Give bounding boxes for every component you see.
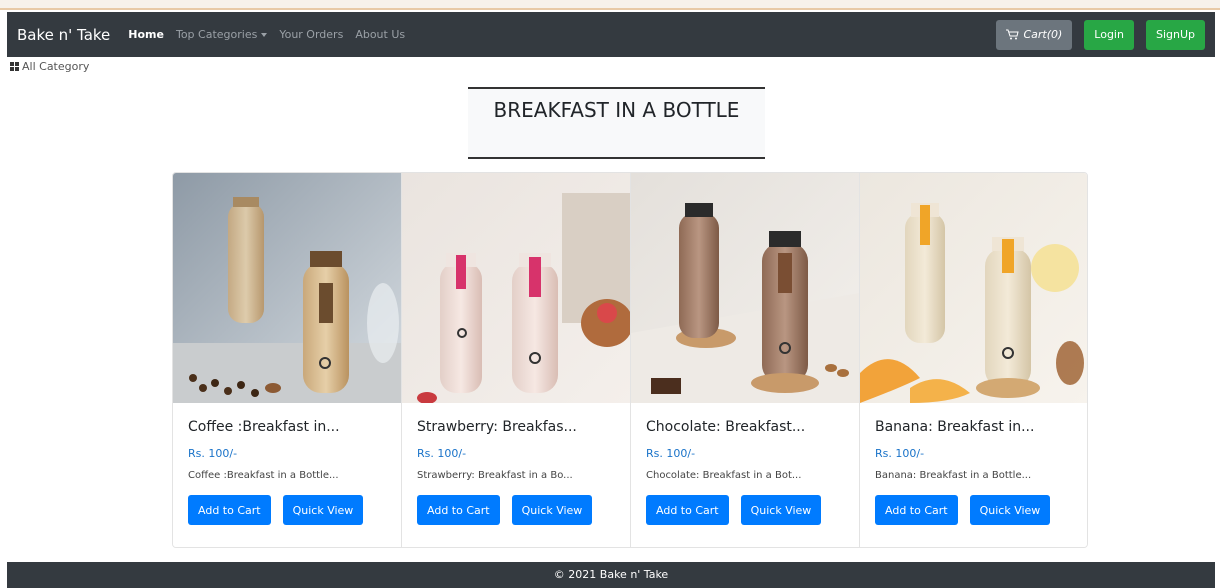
- footer: © 2021 Bake n' Take: [7, 562, 1215, 588]
- card-actions: Add to Cart Quick View: [646, 495, 844, 525]
- add-to-cart-button[interactable]: Add to Cart: [188, 495, 271, 525]
- brand-logo[interactable]: Bake n' Take: [17, 26, 110, 44]
- product-description: Banana: Breakfast in a Bottle...: [875, 470, 1032, 481]
- product-description: Chocolate: Breakfast in a Bot...: [646, 470, 802, 481]
- product-grid: Coffee :Breakfast in... Rs. 100/- Coffee…: [172, 172, 1088, 548]
- product-description: Strawberry: Breakfast in a Bo...: [417, 470, 573, 481]
- nav-home[interactable]: Home: [128, 28, 164, 41]
- add-to-cart-button[interactable]: Add to Cart: [417, 495, 500, 525]
- nav-top-categories[interactable]: Top Categories: [175, 28, 268, 41]
- product-title[interactable]: Coffee :Breakfast in...: [188, 419, 386, 435]
- section-title: BREAKFAST IN A BOTTLE: [468, 87, 765, 159]
- nav-your-orders[interactable]: Your Orders: [279, 28, 343, 41]
- card-body: Coffee :Breakfast in... Rs. 100/- Coffee…: [173, 403, 401, 525]
- product-card-coffee: Coffee :Breakfast in... Rs. 100/- Coffee…: [173, 173, 402, 547]
- product-price: Rs. 100/-: [875, 447, 925, 460]
- product-price: Rs. 100/-: [646, 447, 696, 460]
- grid-icon: [10, 62, 19, 71]
- cart-label: Cart(0): [1023, 28, 1063, 41]
- product-image-coffee[interactable]: [173, 173, 401, 403]
- card-body: Chocolate: Breakfast... Rs. 100/- Chocol…: [631, 403, 859, 525]
- product-card-strawberry: Strawberry: Breakfas... Rs. 100/- Strawb…: [402, 173, 631, 547]
- product-image-chocolate[interactable]: [631, 173, 859, 403]
- add-to-cart-button[interactable]: Add to Cart: [646, 495, 729, 525]
- nav-actions: Cart(0) Login SignUp: [996, 19, 1205, 50]
- quick-view-button[interactable]: Quick View: [511, 495, 593, 525]
- product-title[interactable]: Chocolate: Breakfast...: [646, 419, 844, 435]
- card-actions: Add to Cart Quick View: [188, 495, 386, 525]
- all-category-label: All Category: [22, 60, 90, 73]
- card-body: Strawberry: Breakfas... Rs. 100/- Strawb…: [402, 403, 630, 525]
- signup-button[interactable]: SignUp: [1145, 19, 1205, 50]
- product-image-banana[interactable]: [860, 173, 1087, 403]
- quick-view-button[interactable]: Quick View: [969, 495, 1051, 525]
- login-button[interactable]: Login: [1084, 19, 1134, 50]
- caret-down-icon: [261, 33, 268, 37]
- product-price: Rs. 100/-: [417, 447, 467, 460]
- add-to-cart-button[interactable]: Add to Cart: [875, 495, 958, 525]
- cart-icon: [1006, 29, 1020, 40]
- all-category-link[interactable]: All Category: [10, 60, 89, 73]
- quick-view-button[interactable]: Quick View: [282, 495, 364, 525]
- card-body: Banana: Breakfast in... Rs. 100/- Banana…: [860, 403, 1087, 525]
- navbar: Bake n' Take Home Top Categories Your Or…: [7, 12, 1215, 57]
- card-actions: Add to Cart Quick View: [875, 495, 1074, 525]
- product-card-banana: Banana: Breakfast in... Rs. 100/- Banana…: [860, 173, 1087, 547]
- nav-about-us[interactable]: About Us: [355, 28, 405, 41]
- product-title[interactable]: Banana: Breakfast in...: [875, 419, 1074, 435]
- quick-view-button[interactable]: Quick View: [740, 495, 822, 525]
- nav-top-categories-label: Top Categories: [175, 28, 258, 41]
- product-price: Rs. 100/-: [188, 447, 238, 460]
- top-accent-bar: [0, 0, 1220, 10]
- product-title[interactable]: Strawberry: Breakfas...: [417, 419, 615, 435]
- product-description: Coffee :Breakfast in a Bottle...: [188, 470, 339, 481]
- product-card-chocolate: Chocolate: Breakfast... Rs. 100/- Chocol…: [631, 173, 860, 547]
- cart-button[interactable]: Cart(0): [996, 19, 1073, 50]
- card-actions: Add to Cart Quick View: [417, 495, 615, 525]
- product-image-strawberry[interactable]: [402, 173, 630, 403]
